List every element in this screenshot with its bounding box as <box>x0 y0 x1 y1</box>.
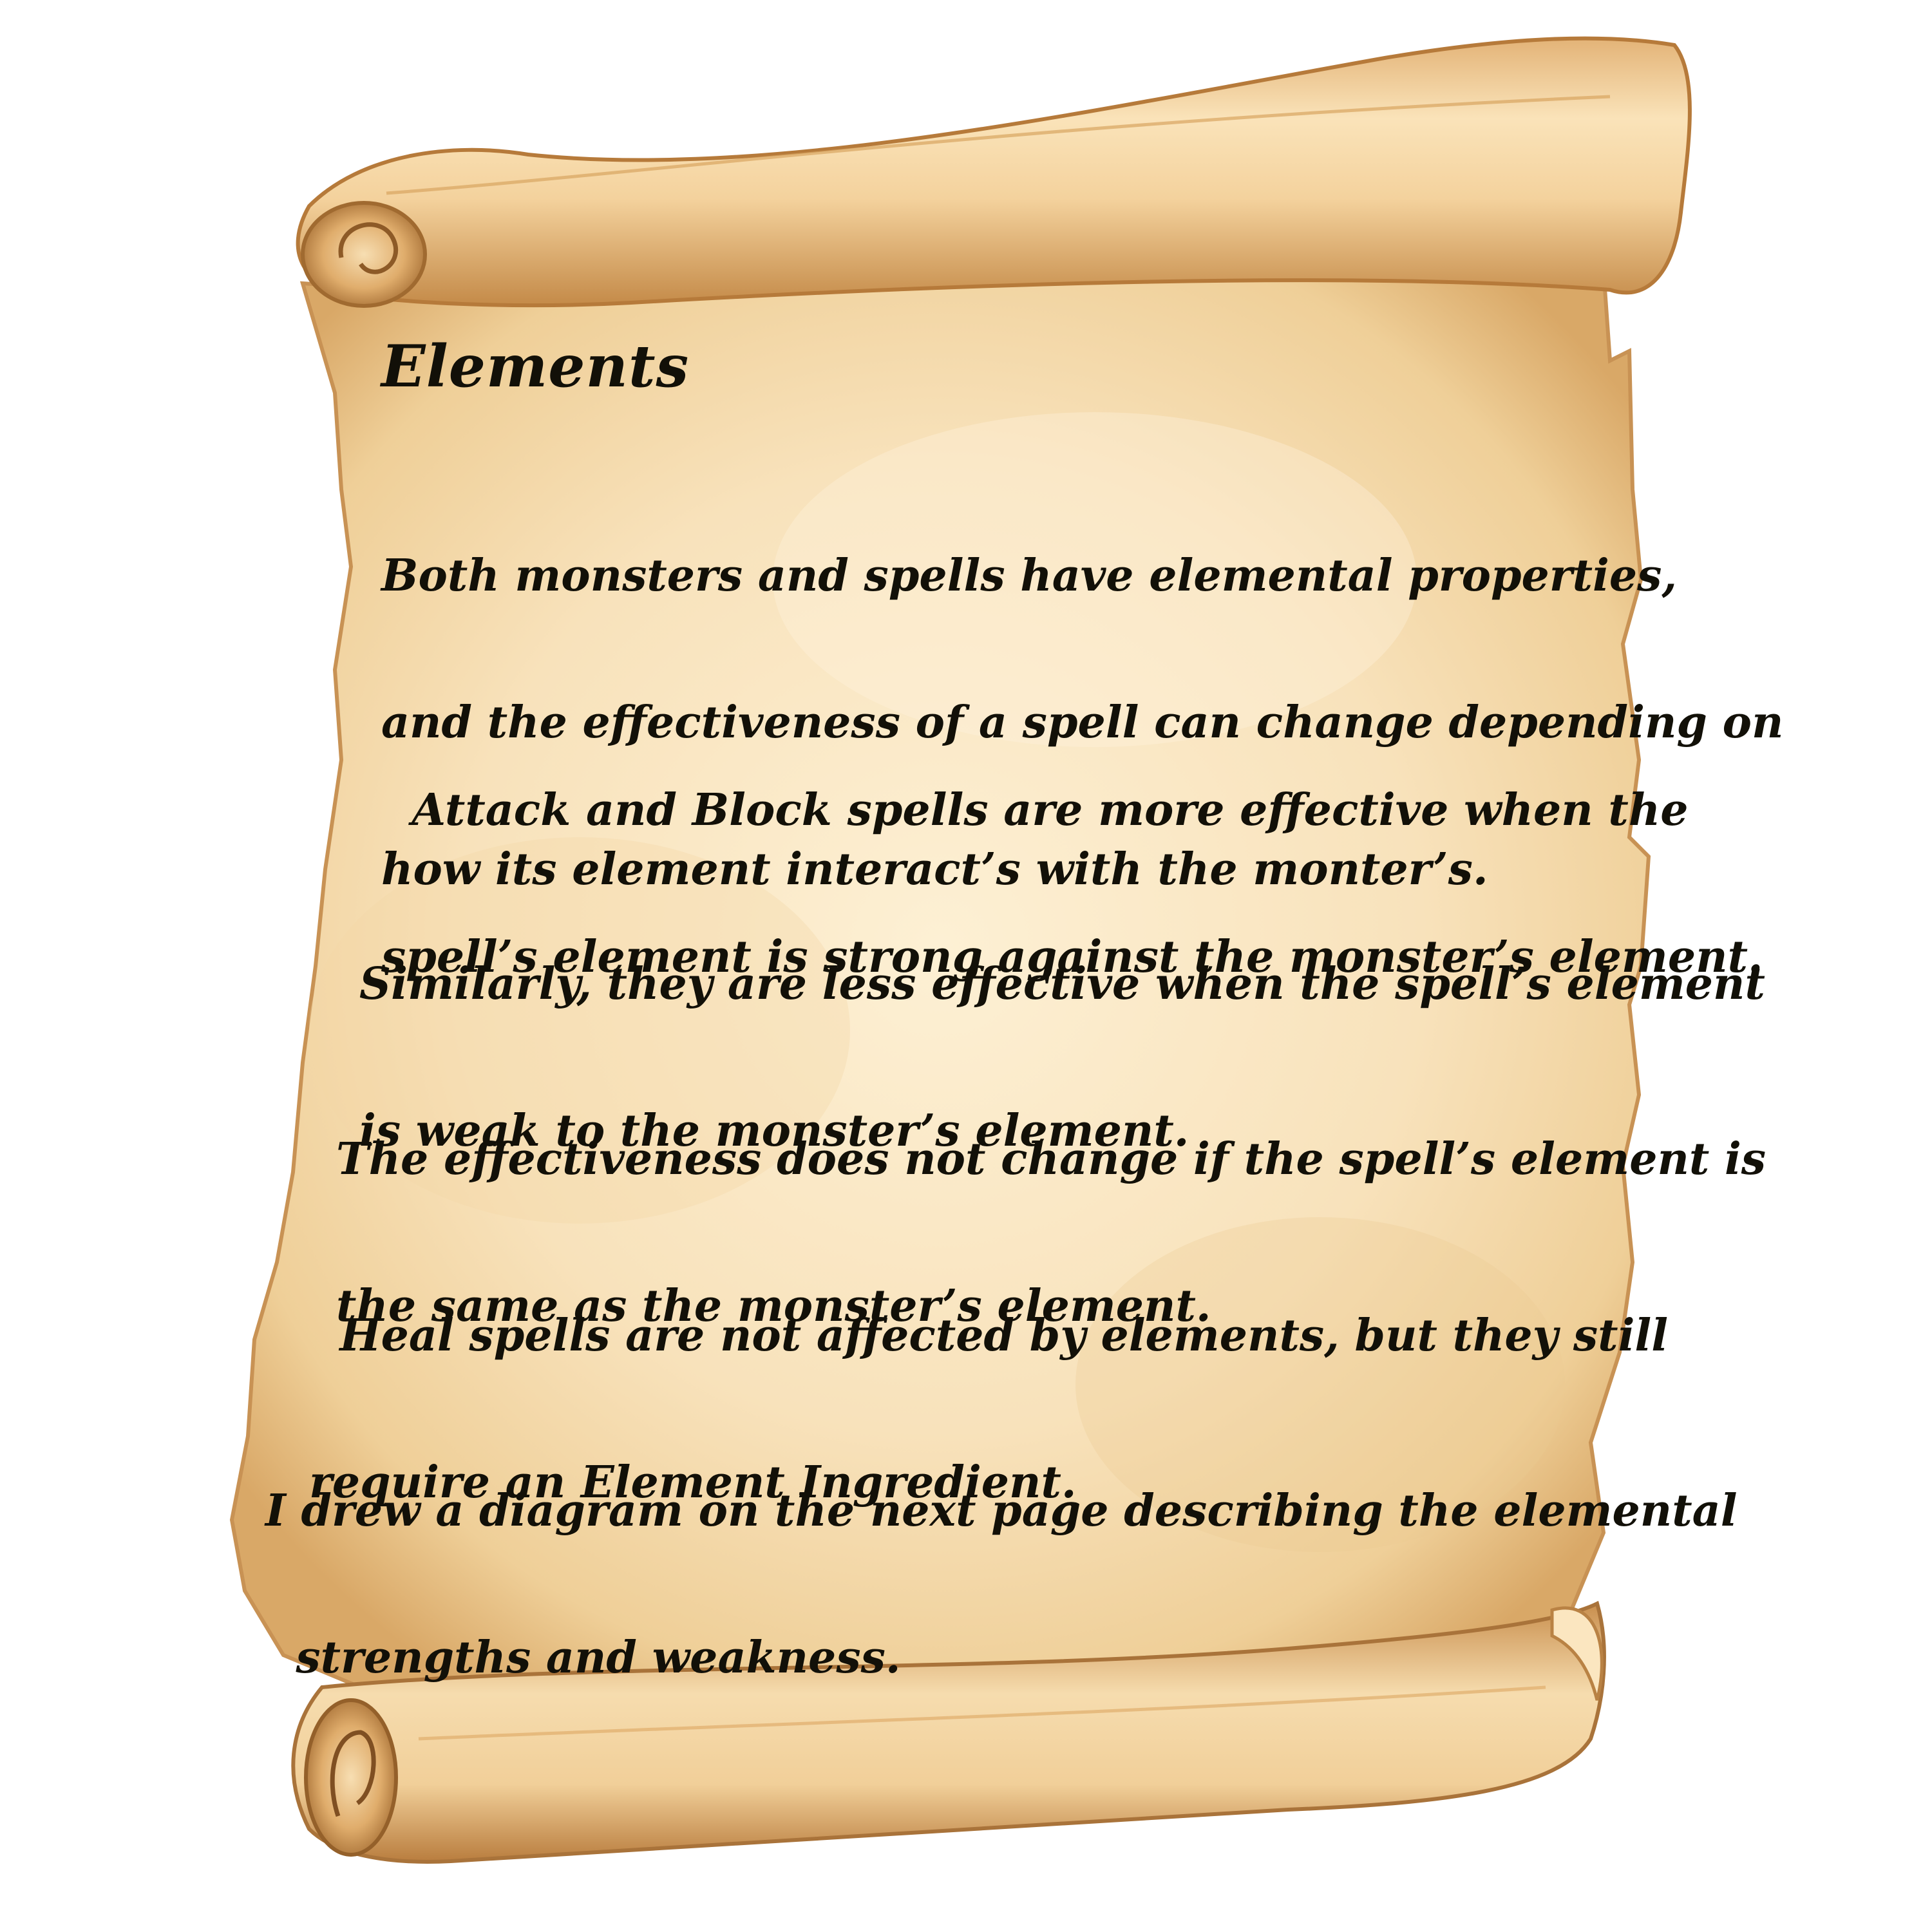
paragraph-diagram-note: I drew a diagram on the next page descri… <box>265 1401 1738 1783</box>
scroll-title: Elements <box>381 332 690 401</box>
top-roll-curl <box>301 201 427 308</box>
paragraph-line: The effectiveness does not change if the… <box>336 1133 1766 1185</box>
paragraph-line: Both monsters and spells have elemental … <box>381 550 1678 601</box>
paragraph-line: strengths and weakness. <box>265 1632 901 1683</box>
top-roll <box>296 36 1692 308</box>
paragraph-line: Attack and Block spells are more effecti… <box>381 784 1689 836</box>
paragraph-line: I drew a diagram on the next page descri… <box>265 1485 1738 1537</box>
scroll-page: Elements Both monsters and spells have e… <box>0 0 1932 1932</box>
paragraph-line: Similarly, they are less effective when … <box>359 958 1765 1010</box>
paragraph-line: Heal spells are not affected by elements… <box>309 1310 1669 1361</box>
